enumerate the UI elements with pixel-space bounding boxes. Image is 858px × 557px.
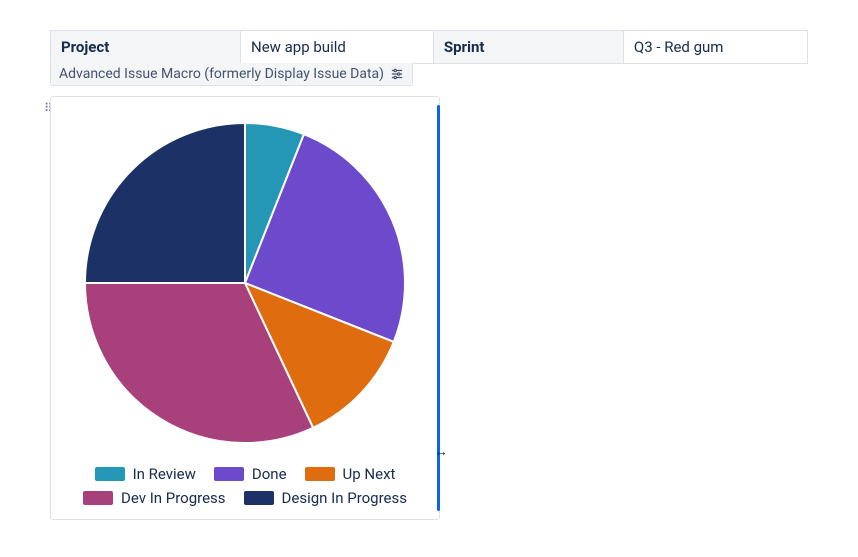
table-value-cell[interactable]: Q3 - Red gum <box>623 31 807 64</box>
settings-icon <box>390 67 404 81</box>
pie-slice <box>85 123 245 283</box>
macro-badge[interactable]: Advanced Issue Macro (formerly Display I… <box>50 63 413 86</box>
legend-swatch <box>95 467 125 481</box>
legend-item: In Review <box>95 465 196 483</box>
chart-legend: In Review Done Up Next Dev In Progress Desig… <box>61 461 429 509</box>
legend-label: Up Next <box>343 465 396 483</box>
legend-label: Dev In Progress <box>121 489 226 507</box>
table-header-cell: Project <box>51 31 241 64</box>
legend-swatch <box>83 491 113 505</box>
project-info-table: ProjectNew app buildSprintQ3 - Red gum <box>50 30 808 64</box>
legend-swatch <box>244 491 274 505</box>
resize-handle-icon[interactable]: ↔ <box>434 445 448 459</box>
legend-item: Up Next <box>305 465 396 483</box>
macro-label: Advanced Issue Macro (formerly Display I… <box>59 66 384 82</box>
legend-item: Design In Progress <box>244 489 407 507</box>
chart-card: In Review Done Up Next Dev In Progress Desig… <box>50 96 440 520</box>
pie-chart <box>61 109 429 461</box>
legend-label: In Review <box>133 465 196 483</box>
legend-swatch <box>214 467 244 481</box>
table-value-cell[interactable]: New app build <box>241 31 434 64</box>
legend-label: Design In Progress <box>282 489 407 507</box>
legend-label: Done <box>252 465 287 483</box>
table-header-cell: Sprint <box>433 31 623 64</box>
legend-item: Dev In Progress <box>83 489 226 507</box>
legend-swatch <box>305 467 335 481</box>
legend-item: Done <box>214 465 287 483</box>
